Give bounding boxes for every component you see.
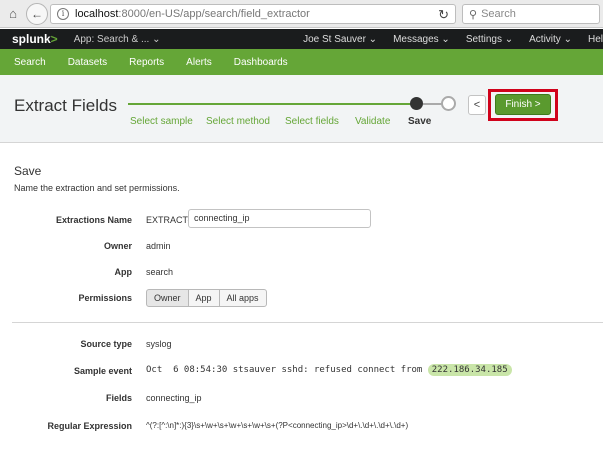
info-icon[interactable]: i — [57, 8, 69, 20]
extractions-name-label: Extractions Name — [55, 215, 132, 225]
nav-reports[interactable]: Reports — [129, 57, 164, 68]
step-select-sample: Select sample — [130, 116, 193, 127]
step-end-circle — [441, 96, 456, 111]
fields-value: connecting_ip — [146, 393, 202, 403]
step-remaining-line — [423, 103, 443, 105]
source-type-value: syslog — [146, 339, 172, 349]
nav-datasets[interactable]: Datasets — [68, 57, 107, 68]
nav-search[interactable]: Search — [14, 57, 46, 68]
reload-icon[interactable]: ↻ — [438, 7, 449, 23]
step-select-fields: Select fields — [285, 116, 339, 127]
source-type-label: Source type — [80, 339, 132, 349]
permission-owner-button[interactable]: Owner — [146, 289, 189, 307]
regex-label: Regular Expression — [47, 421, 132, 431]
back-arrow-icon: ← — [31, 6, 43, 21]
sample-event-label: Sample event — [73, 366, 132, 376]
app-value: search — [146, 267, 174, 277]
owner-label: Owner — [103, 241, 132, 251]
nav-alerts[interactable]: Alerts — [186, 57, 212, 68]
save-section-description: Name the extraction and set permissions. — [14, 183, 180, 193]
url-text: localhost:8000/en-US/app/search/field_ex… — [75, 8, 310, 20]
app-label: App — [114, 267, 133, 277]
extractions-prefix: EXTRACT- — [146, 215, 191, 225]
user-menu[interactable]: Joe St Sauver ⌄ — [303, 34, 377, 45]
page-title: Extract Fields — [14, 96, 117, 115]
permission-all-apps-button[interactable]: All apps — [218, 289, 267, 307]
permissions-toggle-group: Owner App All apps — [146, 289, 267, 307]
help-menu[interactable]: Hel — [588, 34, 603, 45]
nav-dashboards[interactable]: Dashboards — [234, 57, 288, 68]
activity-menu[interactable]: Activity ⌄ — [529, 34, 572, 45]
app-nav-bar: Search Datasets Reports Alerts Dashboard… — [0, 49, 603, 75]
url-bar[interactable]: i localhost:8000/en-US/app/search/field_… — [50, 4, 456, 24]
step-select-method: Select method — [206, 116, 270, 127]
extract-fields-header: Extract Fields Select sample Select meth… — [0, 75, 603, 143]
step-current-dot — [410, 97, 423, 110]
back-button[interactable]: ← — [26, 2, 48, 25]
permissions-label: Permissions — [78, 293, 132, 303]
extractions-name-input[interactable]: connecting_ip — [188, 209, 371, 228]
search-icon: ⚲ — [469, 8, 478, 21]
step-progress-line — [128, 103, 418, 105]
step-save: Save — [408, 116, 432, 127]
fields-label: Fields — [105, 393, 132, 403]
regex-value: ^(?:[^:\n]*:){3}\s+\w+\s+\w+\s+\w+\s+(?P… — [146, 421, 409, 430]
search-placeholder: Search — [481, 8, 516, 20]
splunk-header: splunk> App: Search & ... ⌄ Joe St Sauve… — [0, 29, 603, 49]
header-nav: Joe St Sauver ⌄ Messages ⌄ Settings ⌄ Ac… — [303, 29, 603, 49]
sample-event-value: Oct 6 08:54:30 stsauver sshd: refused co… — [146, 364, 512, 376]
previous-button[interactable]: < — [468, 95, 486, 115]
finish-button[interactable]: Finish > — [495, 94, 551, 115]
settings-menu[interactable]: Settings ⌄ — [466, 34, 513, 45]
save-section-title: Save — [14, 164, 42, 178]
step-validate: Validate — [355, 116, 391, 127]
browser-search-input[interactable]: ⚲ Search — [462, 4, 600, 24]
section-divider — [12, 322, 603, 323]
splunk-logo[interactable]: splunk> — [12, 32, 58, 46]
home-icon[interactable]: ⌂ — [6, 6, 20, 21]
owner-value: admin — [146, 241, 171, 251]
app-menu[interactable]: App: Search & ... ⌄ — [74, 34, 161, 45]
messages-menu[interactable]: Messages ⌄ — [393, 34, 450, 45]
permission-app-button[interactable]: App — [187, 289, 220, 307]
extracted-ip-highlight: 222.186.34.185 — [427, 364, 512, 376]
